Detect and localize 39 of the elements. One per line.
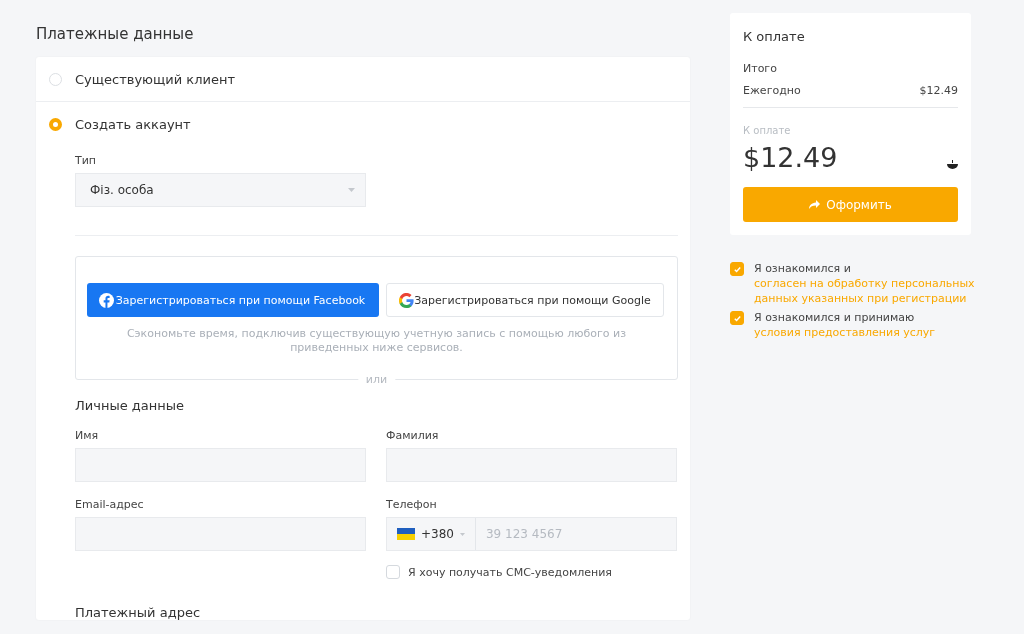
subtotal-label: Итого <box>743 62 778 75</box>
country-code[interactable]: +380 <box>421 527 454 541</box>
checkbox[interactable] <box>386 565 400 579</box>
checkbox[interactable] <box>730 262 744 276</box>
check-icon <box>732 264 742 274</box>
facebook-icon <box>99 292 114 308</box>
type-select[interactable]: Фіз. особа <box>75 173 366 207</box>
section-heading: Платежный адрес <box>75 605 202 620</box>
share-arrow-icon <box>809 200 821 209</box>
field-label: Email-адрес <box>75 498 145 511</box>
radio-button[interactable] <box>49 72 62 86</box>
total-amount: $12.49 <box>743 142 838 174</box>
radio-label[interactable]: Существующий клиент <box>75 71 235 87</box>
field-label: Телефон <box>386 498 438 511</box>
google-signup-button[interactable]: Зарегистрироваться при помощи Google <box>386 283 664 317</box>
caret-icon <box>348 188 355 192</box>
hint-text: Сэкономьте время, подключив существующую учетную запись с помощью любого из приведенных ниже сервисов. <box>125 327 628 355</box>
field-label: Фамилия <box>386 429 440 442</box>
radio-label[interactable]: Создать аккаунт <box>75 116 191 132</box>
facebook-signup-button[interactable]: Зарегистрироваться при помощи Facebook <box>87 283 379 317</box>
caret-icon <box>459 532 465 536</box>
section-heading: Личные данные <box>75 398 185 413</box>
flag-icon <box>397 528 415 540</box>
line-label: Ежегодно <box>743 84 801 97</box>
field-label: Тип <box>75 154 98 167</box>
checkbox[interactable] <box>730 311 744 325</box>
consent-text: Я ознакомился и принимаю условия предоставления услуг <box>754 310 937 340</box>
phone-field[interactable]: +380 39 123 4567 <box>386 517 677 551</box>
summary-title: К оплате <box>743 29 806 44</box>
page-title: Платежные данные <box>36 24 195 45</box>
line-amount: $12.49 <box>919 84 958 97</box>
field-label: Имя <box>75 429 100 442</box>
consent-text: Я ознакомился и согласен на обработку персональных данных указанных при регистрации <box>754 261 975 306</box>
bowl-icon <box>947 160 958 170</box>
total-label: К оплате <box>743 125 792 136</box>
checkbox-label[interactable]: Я хочу получать СМС-уведомления <box>408 565 612 579</box>
radio-button[interactable] <box>49 117 62 131</box>
google-icon <box>399 292 414 308</box>
check-icon <box>732 313 742 323</box>
